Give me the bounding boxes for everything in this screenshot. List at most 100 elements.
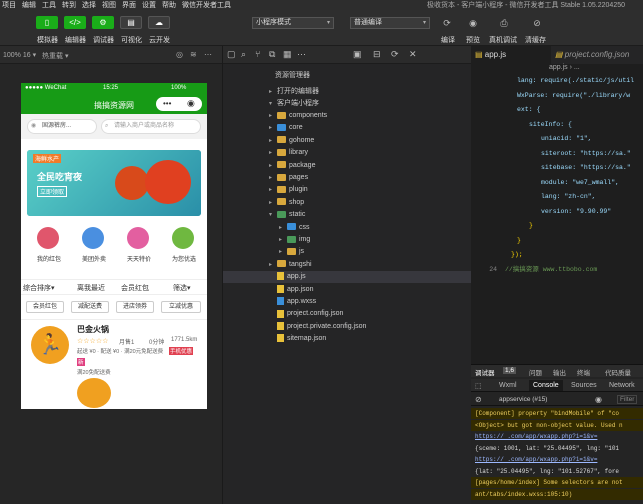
menu-goto[interactable]: 转到	[62, 0, 76, 10]
menu-settings[interactable]: 设置	[142, 0, 156, 10]
collapse-icon[interactable]: ⊟	[373, 49, 381, 60]
capsule-menu[interactable]: ••• ◉	[156, 97, 202, 111]
folder-components[interactable]: ▸ components	[223, 110, 471, 122]
code-line[interactable]: });	[471, 248, 643, 262]
eye-icon[interactable]: ◉	[595, 395, 602, 404]
debugger-button[interactable]: ⚙	[92, 16, 114, 29]
console-warning[interactable]: ant/tabs/index.wxss:105:10)	[471, 488, 643, 500]
visual-button[interactable]: ▤	[120, 16, 142, 29]
more-icon[interactable]: ⋯	[204, 50, 212, 59]
open-editors-section[interactable]: ▸ 打开的编辑器	[223, 86, 471, 98]
close-icon[interactable]: ✕	[409, 49, 417, 60]
tab-app-js[interactable]: ▤ app.js	[471, 46, 551, 64]
console-entry[interactable]: https:// .com/app/wxapp.php?i=1&v=	[471, 431, 643, 442]
folder-shop[interactable]: ▸ shop	[223, 197, 471, 209]
refresh-icon[interactable]: ⟳	[391, 49, 399, 60]
code-line[interactable]: WxParse: require("./library/w	[471, 89, 643, 103]
sort-member[interactable]: 会员红包	[121, 283, 149, 293]
close-circle-icon[interactable]: ◉	[187, 98, 195, 109]
code-line[interactable]: version: "9.90.99"	[471, 205, 643, 219]
tab-code-quality[interactable]: 代码质量	[605, 367, 631, 377]
more-icon[interactable]: ⋯	[297, 49, 306, 60]
category-deals[interactable]: 天天特价	[121, 227, 157, 271]
tab-output[interactable]: 输出	[553, 367, 566, 377]
tab-console[interactable]: Console	[529, 380, 563, 391]
zoom-select[interactable]: 100% 16 ▾	[3, 51, 36, 59]
folder-pages[interactable]: ▸ pages	[223, 172, 471, 184]
folder-plugin[interactable]: ▸ plugin	[223, 184, 471, 196]
location-button[interactable]: ◉ 国源裤房...	[27, 119, 97, 134]
code-line[interactable]: }	[471, 219, 643, 233]
source-control-icon[interactable]: ⑂	[255, 49, 260, 59]
category-picks[interactable]: 为您优选	[166, 227, 202, 271]
preview-icon[interactable]: ◉	[466, 17, 480, 29]
wifi-icon[interactable]: ≋	[190, 50, 197, 59]
debug-icon[interactable]: ⧉	[269, 49, 275, 60]
file-project-config-json[interactable]: project.config.json	[223, 308, 471, 320]
mode-select[interactable]: 小程序模式 ▾	[252, 17, 334, 29]
editor-button[interactable]: </>	[64, 16, 86, 29]
console-warning[interactable]: [pages/home/index] Some selectors are no…	[471, 477, 643, 488]
more-dots-icon[interactable]: •••	[163, 99, 171, 108]
category-red-packet[interactable]: 我的红包	[31, 227, 67, 271]
filter-button[interactable]: 筛选▾	[173, 283, 191, 293]
code-line[interactable]: 24 //搞搞资源 www.ttbobo.com	[471, 263, 643, 277]
context-select[interactable]: appservice (#15)	[499, 396, 547, 403]
file-app-js[interactable]: app.js	[223, 271, 471, 284]
record-icon[interactable]: ◎	[176, 50, 183, 59]
tab-terminal[interactable]: 终端	[577, 367, 590, 377]
code-line[interactable]: module: "we7_wmall",	[471, 176, 643, 190]
code-line[interactable]: lang: require(./static/js/util	[471, 74, 643, 88]
menu-project[interactable]: 项目	[2, 0, 16, 10]
console-warning[interactable]: <Object> but got non-object value. Used …	[471, 419, 643, 431]
category-takeout[interactable]: 美团外卖	[76, 227, 112, 271]
console-entry[interactable]: https:// .com/app/wxapp.php?i=1&v=	[471, 454, 643, 465]
chip-less-fee[interactable]: 减配送费	[71, 301, 109, 313]
tab-sources[interactable]: Sources	[571, 382, 597, 389]
console-entry[interactable]: {lat: "25.04495", lng: "101.52767", fore	[471, 466, 643, 477]
layout-icon[interactable]: ▣	[353, 49, 362, 60]
menu-help[interactable]: 帮助	[162, 0, 176, 10]
file-project-private-config-json[interactable]: project.private.config.json	[223, 321, 471, 333]
compile-icon[interactable]: ⟳	[440, 17, 454, 29]
menu-view[interactable]: 视图	[102, 0, 116, 10]
menu-ui[interactable]: 界面	[122, 0, 136, 10]
promo-banner[interactable]: 海鲜水产 全民吃宵夜 立即领取	[27, 150, 201, 216]
chip-coupon[interactable]: 进店领券	[116, 301, 154, 313]
shop-item[interactable]: 🏃 巴金火锅 ☆☆☆☆☆ 月售1 0分钟 1771.5km 起送 ¥0 · 配送…	[21, 319, 207, 409]
code-line[interactable]: siteInfo: {	[471, 118, 643, 132]
simulator-button[interactable]: ▯	[36, 16, 58, 29]
folder-gohome[interactable]: ▸ gohome	[223, 135, 471, 147]
code-line[interactable]: lang: "zh-cn",	[471, 190, 643, 204]
chip-member-packet[interactable]: 会员红包	[26, 301, 64, 313]
folder-js[interactable]: ▸ js	[223, 246, 471, 258]
extensions-icon[interactable]: ▦	[283, 49, 292, 60]
clear-console-icon[interactable]: ⊘	[475, 395, 482, 404]
folder-core[interactable]: ▸ core	[223, 122, 471, 134]
tab-network[interactable]: Network	[609, 382, 635, 389]
project-section[interactable]: ▾ 客户端小程序	[223, 98, 471, 110]
menu-tools[interactable]: 工具	[42, 0, 56, 10]
search-input[interactable]: ⌕ 请输入商户或商品名称	[101, 119, 201, 134]
console-entry[interactable]: {sceme: 1001, lat: "25.04495", lng: "101	[471, 443, 643, 454]
folder-css[interactable]: ▸ css	[223, 222, 471, 234]
files-icon[interactable]: ▢	[227, 49, 236, 60]
folder-tangshi[interactable]: ▸ tangshi	[223, 259, 471, 271]
cursor-icon[interactable]: ⬚	[475, 382, 482, 390]
code-line[interactable]: uniacid: "1",	[471, 132, 643, 146]
filter-input[interactable]: Filter	[617, 395, 638, 404]
tab-debugger[interactable]: 调试器	[475, 367, 495, 377]
menu-select[interactable]: 选择	[82, 0, 96, 10]
folder-static[interactable]: ▾ static	[223, 209, 471, 221]
tab-wxml[interactable]: Wxml	[499, 382, 517, 389]
chip-discount[interactable]: 立减优惠	[161, 301, 201, 313]
compile-select[interactable]: 普通编译 ▾	[350, 17, 430, 29]
folder-library[interactable]: ▸ library	[223, 147, 471, 159]
search-icon[interactable]: ⌕	[241, 49, 246, 60]
sort-default[interactable]: 综合排序▾	[23, 283, 55, 293]
hot-reload-select[interactable]: 热重载 ▾	[42, 51, 68, 61]
menu-devtools[interactable]: 微信开发者工具	[182, 0, 231, 10]
file-app-wxss[interactable]: app.wxss	[223, 296, 471, 308]
folder-package[interactable]: ▸ package	[223, 160, 471, 172]
console-warning[interactable]: [Component] property "bindMobile" of "co	[471, 408, 643, 419]
